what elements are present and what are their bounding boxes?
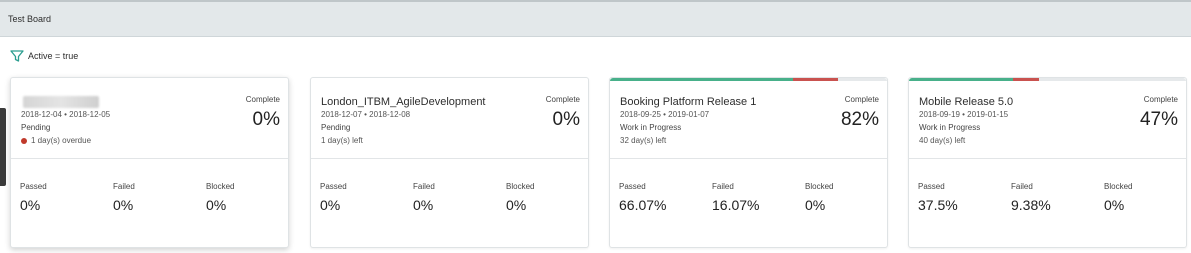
card-divider [311,158,588,159]
status-dot-icon [21,137,27,144]
card-days: 1 day(s) left [321,136,363,145]
card-state: Work in Progress [620,123,682,132]
progress-failed [1012,78,1039,81]
progress-remaining [837,78,887,81]
stat-label: Failed [712,182,734,191]
progress-passed [909,78,1013,81]
progress-remaining [1038,78,1186,81]
filter-text: Active = true [28,51,79,61]
stat-value: 0% [320,197,341,213]
complete-value: 0% [552,109,580,130]
stat-value: 0% [805,197,826,213]
card-state: Work in Progress [919,123,981,132]
stat-label: Blocked [206,182,235,191]
stat-value: 16.07% [712,197,760,213]
stat-label: Failed [113,182,135,191]
card-days-text: 32 day(s) left [620,136,667,145]
card-state: Pending [321,123,351,132]
complete-label: Complete [545,95,580,104]
card-days-text: 1 day(s) overdue [31,136,92,145]
stat-passed: Passed 0% [320,182,347,213]
complete-label: Complete [1143,95,1178,104]
card-divider [11,158,288,159]
stat-value: 37.5% [918,197,958,213]
stat-value: 0% [1104,197,1125,213]
stat-label: Blocked [805,182,834,191]
stat-passed: Passed 0% [20,182,47,213]
progress-passed [610,78,793,81]
test-plan-card[interactable]: Mobile Release 5.0 2018-09-19 • 2019-01-… [908,77,1187,248]
stat-value: 0% [113,197,134,213]
card-divider [610,158,887,159]
stat-value: 66.07% [619,197,667,213]
stat-blocked: Blocked 0% [1104,182,1132,213]
stat-passed: Passed 66.07% [619,182,666,213]
complete-label: Complete [245,95,280,104]
card-days: 40 day(s) left [919,136,965,145]
card-dates: 2018-12-07 • 2018-12-08 [321,110,411,119]
card-state: Pending [21,123,51,132]
stat-label: Blocked [1104,182,1133,191]
stat-passed: Passed 37.5% [918,182,958,213]
stat-label: Passed [20,182,47,191]
stat-label: Passed [619,182,646,191]
stat-value: 0% [20,197,41,213]
complete-value: 0% [252,109,280,130]
card-dates: 2018-09-25 • 2019-01-07 [620,110,710,119]
card-title[interactable]: Booking Platform Release 1 [620,96,756,108]
stat-blocked: Blocked 0% [805,182,833,213]
card-divider [909,158,1186,159]
complete-value: 47% [1139,109,1178,130]
stat-value: 0% [506,197,527,213]
page-title: Test Board [8,14,52,24]
card-dates: 2018-12-04 • 2018-12-05 [21,110,111,119]
stat-failed: Failed 9.38% [1011,182,1051,213]
card-days-text: 1 day(s) left [321,136,363,145]
side-collapse-handle[interactable] [0,108,6,186]
stat-value: 0% [413,197,434,213]
test-plan-card[interactable]: London_ITBM_AgileDevelopment 2018-12-07 … [310,77,589,248]
card-days-text: 40 day(s) left [919,136,966,145]
stat-failed: Failed 0% [413,182,435,213]
card-days: 1 day(s) overdue [21,136,91,145]
stat-failed: Failed 0% [113,182,135,213]
stat-value: 0% [206,197,227,213]
card-title-redacted [23,96,99,108]
filter-condition[interactable]: Active = true [10,48,78,64]
complete-value: 82% [840,109,879,130]
stat-label: Failed [413,182,435,191]
stat-value: 9.38% [1011,197,1051,213]
progress-bar [909,78,1186,81]
stat-failed: Failed 16.07% [712,182,759,213]
progress-failed [793,78,838,81]
stat-blocked: Blocked 0% [206,182,234,213]
stat-label: Failed [1011,182,1033,191]
test-plan-card[interactable]: Booking Platform Release 1 2018-09-25 • … [609,77,888,248]
progress-bar [610,78,887,81]
stat-label: Passed [320,182,347,191]
stat-blocked: Blocked 0% [506,182,534,213]
complete-label: Complete [844,95,879,104]
card-title[interactable]: Mobile Release 5.0 [919,96,1013,108]
top-bar: Test Board [0,0,1191,37]
test-plan-card[interactable]: 2018-12-04 • 2018-12-05 Pending 1 day(s)… [10,77,289,248]
stat-label: Passed [918,182,945,191]
stat-label: Blocked [506,182,535,191]
card-days: 32 day(s) left [620,136,666,145]
card-dates: 2018-09-19 • 2019-01-15 [919,110,1009,119]
filter-funnel-icon [10,50,24,62]
card-title[interactable]: London_ITBM_AgileDevelopment [321,96,486,108]
